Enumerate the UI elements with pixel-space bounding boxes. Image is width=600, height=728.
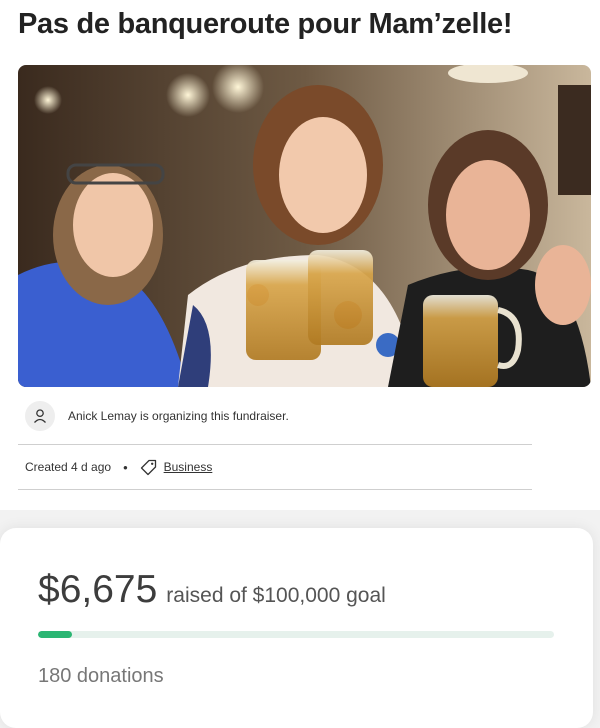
page-title: Pas de banqueroute pour Mam’zelle! <box>18 8 513 40</box>
donation-card: $6,675 raised of $100,000 goal 180 donat… <box>0 528 593 728</box>
campaign-photo[interactable] <box>18 65 591 387</box>
created-date: Created 4 d ago <box>25 460 112 474</box>
donation-count: 180 donations <box>38 665 164 687</box>
amount-row: $6,675 raised of $100,000 goal <box>38 568 386 612</box>
campaign-meta: Created 4 d ago • Business <box>25 456 212 478</box>
category-link[interactable]: Business <box>164 460 213 474</box>
divider <box>18 444 532 445</box>
progress-fill <box>38 631 73 638</box>
raised-amount: $6,675 <box>38 568 158 611</box>
campaign-header: Pas de banqueroute pour Mam’zelle! Anick… <box>0 0 600 510</box>
progress-bar <box>38 631 554 638</box>
goal-text: raised of $100,000 goal <box>166 584 386 607</box>
organizer-text: Anick Lemay is organizing this fundraise… <box>68 409 289 423</box>
divider <box>18 489 532 490</box>
user-icon <box>25 401 55 431</box>
separator-dot: • <box>123 459 128 475</box>
organizer-row: Anick Lemay is organizing this fundraise… <box>25 401 289 431</box>
tag-icon <box>140 459 157 476</box>
